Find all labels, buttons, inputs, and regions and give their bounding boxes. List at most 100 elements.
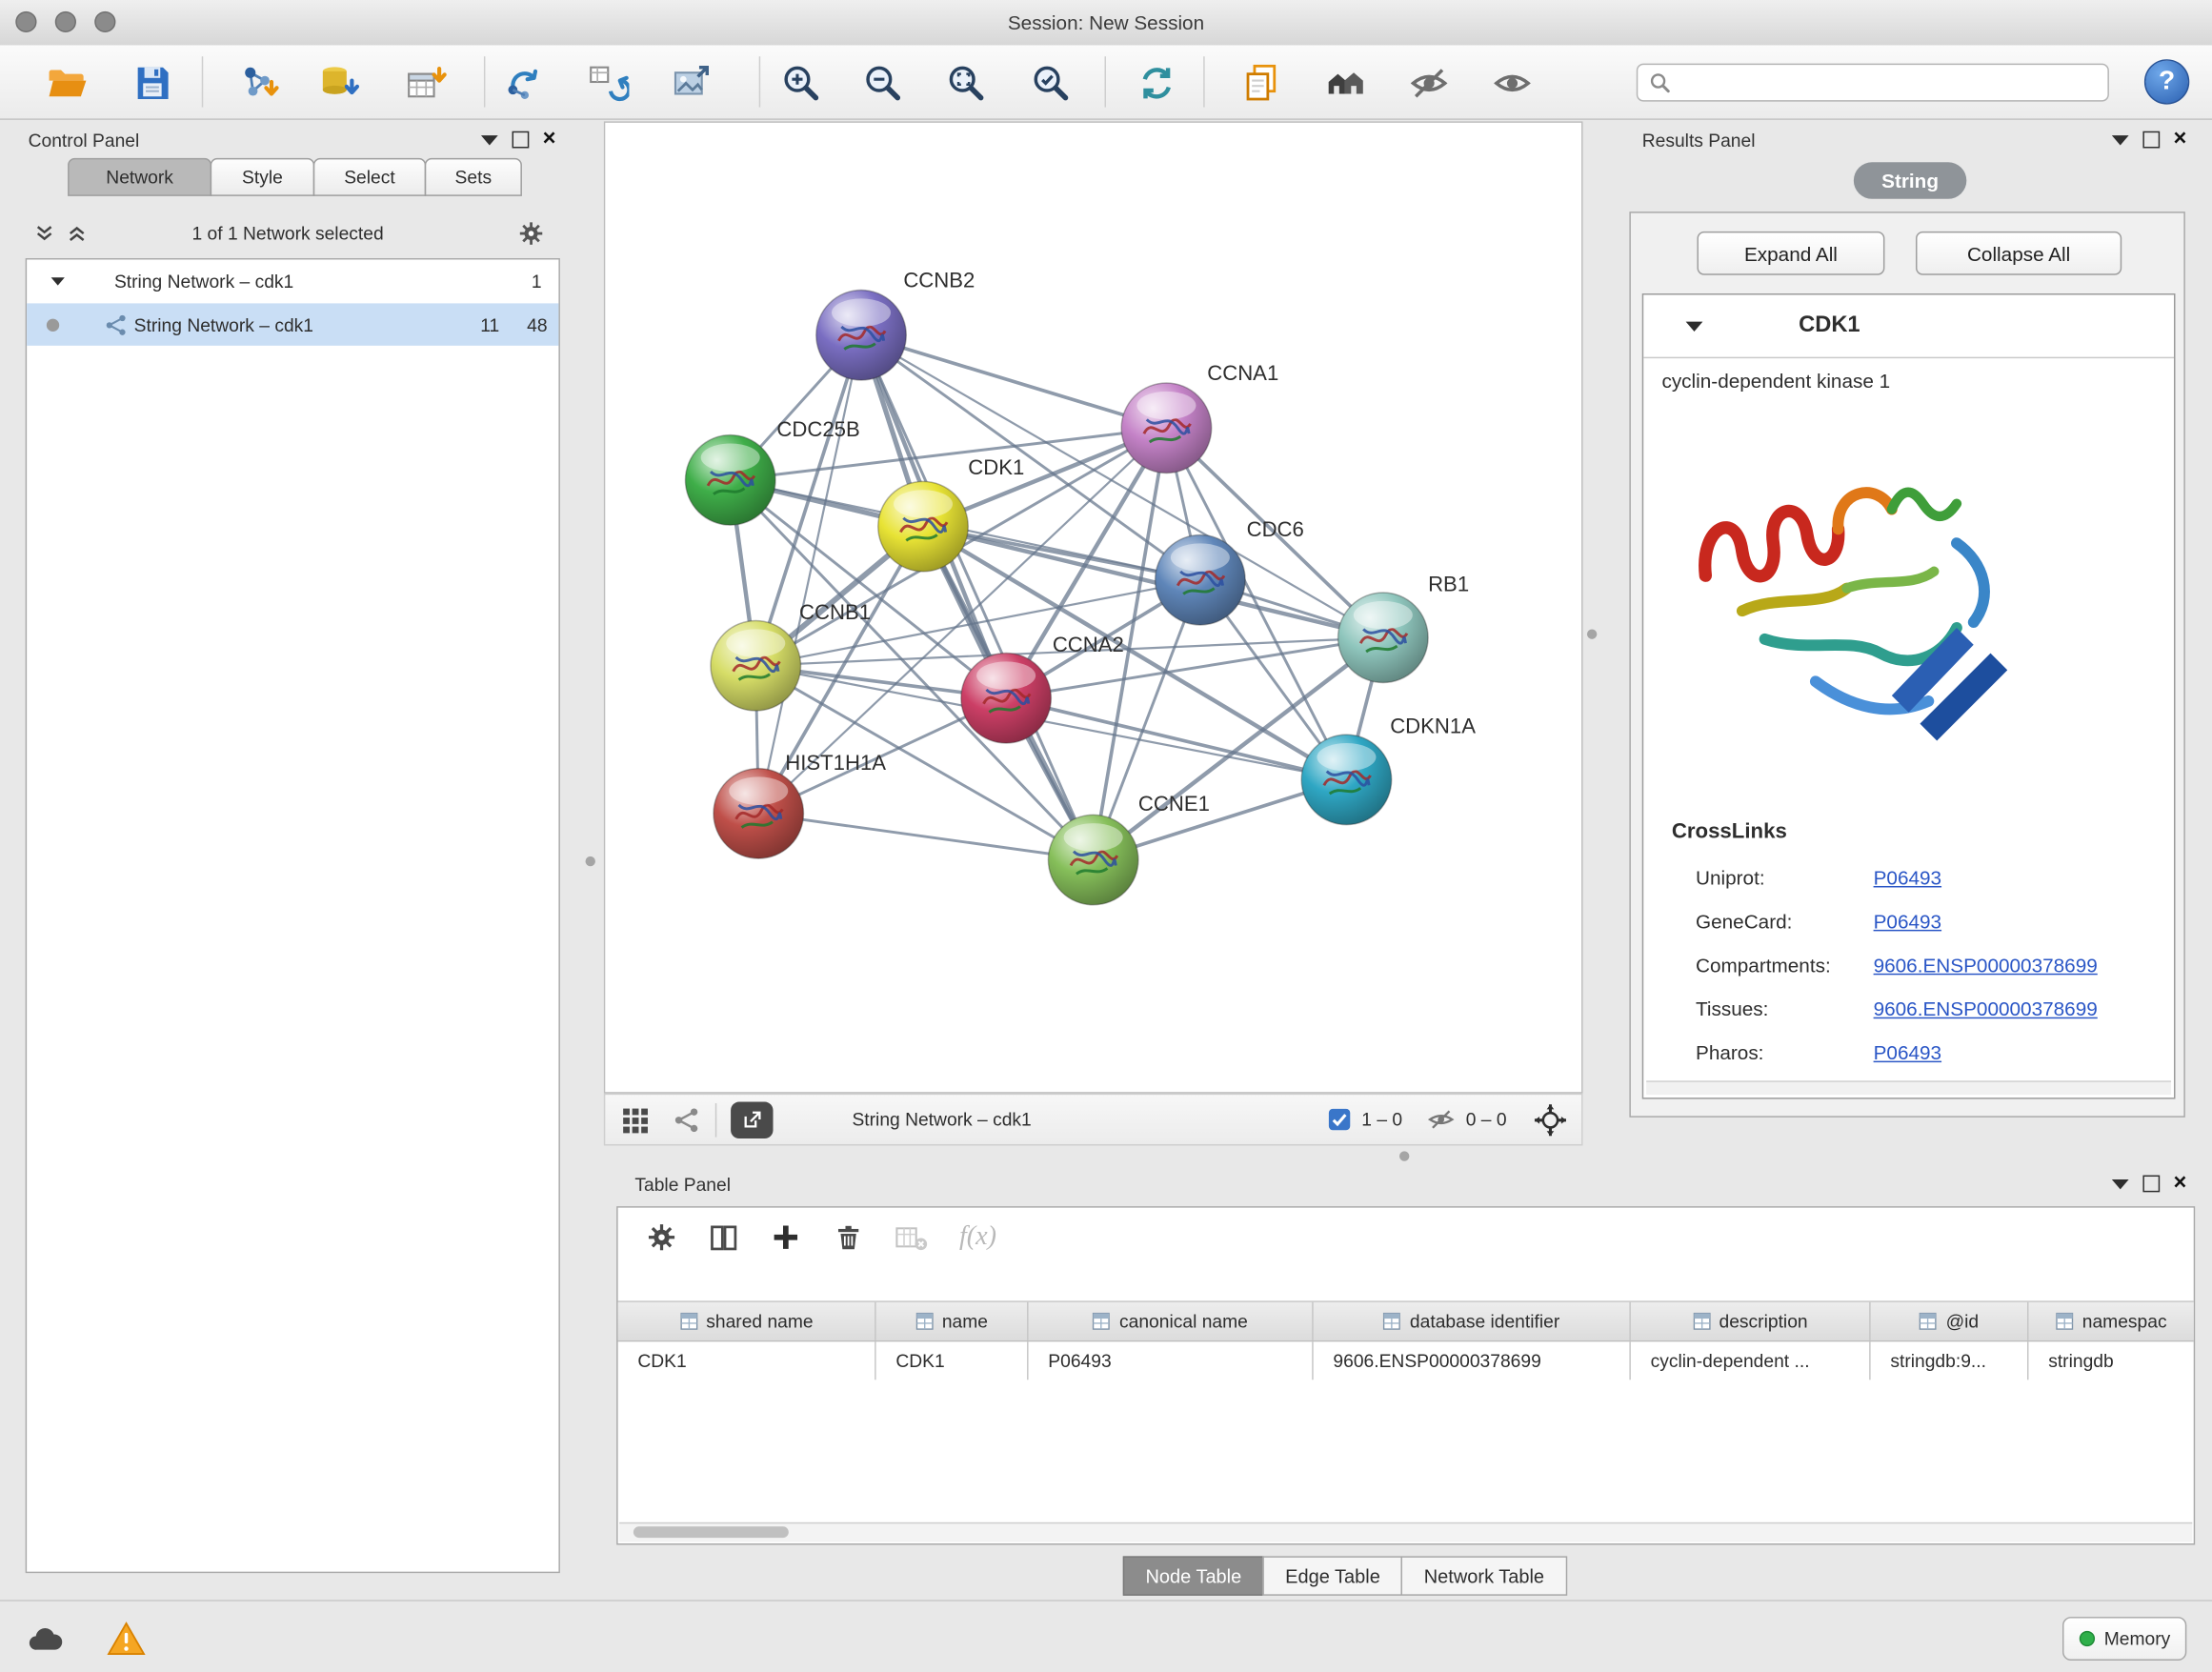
crosslink-link[interactable]: P06493 [1874,1040,1941,1063]
save-session-button[interactable] [126,56,179,110]
network-node-CDC6[interactable] [1156,534,1245,624]
panel-close-icon[interactable]: × [543,129,556,151]
entry-collapse-caret-icon[interactable] [1686,321,1703,331]
warnings-button[interactable] [103,1616,148,1661]
add-column-icon[interactable] [771,1221,802,1253]
zoom-out-button[interactable] [856,56,910,110]
open-session-button[interactable] [39,56,92,110]
gene-entry-header[interactable]: CDK1 [1643,294,2174,358]
panel-float-icon[interactable] [2142,131,2160,149]
birdseye-grid-icon[interactable] [619,1104,651,1136]
tab-network-table[interactable]: Network Table [1401,1556,1567,1595]
network-row[interactable]: String Network – cdk1 11 48 [27,303,558,345]
panel-collapse-icon[interactable] [2111,134,2128,144]
delete-column-trash-icon[interactable] [833,1221,864,1253]
table-cell[interactable]: 9606.ENSP00000378699 [1314,1341,1631,1380]
network-options-gear-icon[interactable] [517,219,544,246]
copy-documents-button[interactable] [1235,56,1288,110]
collapse-all-button[interactable]: Collapse All [1916,232,2122,275]
panel-collapse-icon[interactable] [480,134,497,144]
panel-collapse-icon[interactable] [2111,1178,2128,1188]
tab-style[interactable]: Style [211,158,315,196]
network-node-CCNA2[interactable] [961,653,1051,742]
horizontal-scrollbar[interactable] [1646,1080,2171,1095]
left-splitter-handle[interactable] [586,856,595,866]
zoom-selected-button[interactable] [1024,56,1077,110]
network-node-CCNB2[interactable] [816,291,906,380]
new-network-from-selection-button[interactable] [498,56,552,110]
horizontal-scrollbar[interactable] [619,1522,2192,1542]
column-header-namespace[interactable]: namespac [2028,1302,2193,1340]
network-node-CDC25B[interactable] [685,435,774,525]
export-image-button[interactable] [664,56,717,110]
table-cell[interactable]: stringdb:9... [1871,1341,2029,1380]
column-header-shared-name[interactable]: shared name [618,1302,876,1340]
tab-node-table[interactable]: Node Table [1123,1556,1264,1595]
search-input[interactable] [1680,71,2108,94]
zoom-in-button[interactable] [774,56,828,110]
network-graph[interactable]: CCNB2CCNA1CDC25BCDK1CDC6RB1CCNB1CCNA2CDK… [605,123,1581,1092]
home-button[interactable] [1319,56,1373,110]
network-icon[interactable] [673,1105,701,1134]
help-button[interactable]: ? [2144,59,2189,104]
column-header-name[interactable]: name [876,1302,1029,1340]
scrollbar-thumb[interactable] [633,1526,789,1538]
table-cell[interactable]: stringdb [2028,1341,2193,1380]
refresh-button[interactable] [1130,56,1183,110]
import-table-from-file-button[interactable] [399,56,452,110]
network-node-CDK1[interactable] [878,481,968,571]
fit-content-crosshair-icon[interactable] [1534,1102,1568,1137]
panel-float-icon[interactable] [2142,1176,2160,1193]
open-in-new-window-button[interactable] [731,1101,773,1138]
memory-button[interactable]: Memory [2062,1617,2186,1661]
column-header-id[interactable]: @id [1871,1302,2029,1340]
selected-checkbox-icon[interactable] [1328,1107,1352,1131]
column-header-database-identifier[interactable]: database identifier [1314,1302,1631,1340]
search-box[interactable] [1637,64,2109,102]
expand-all-button[interactable]: Expand All [1697,232,1884,275]
network-node-HIST1H1A[interactable] [714,769,803,859]
bottom-splitter-handle[interactable] [1399,1151,1409,1160]
import-network-from-file-button[interactable] [232,56,286,110]
crosslink-link[interactable]: P06493 [1874,909,1941,932]
network-node-CCNA1[interactable] [1121,383,1211,473]
tab-edge-table[interactable]: Edge Table [1262,1556,1402,1595]
panel-float-icon[interactable] [512,131,529,149]
table-cell[interactable]: CDK1 [876,1341,1029,1380]
network-table-tools-button[interactable] [581,56,634,110]
table-cell[interactable]: CDK1 [618,1341,876,1380]
tab-string[interactable]: String [1854,162,1966,199]
network-node-CCNE1[interactable] [1048,815,1138,904]
crosslink-row: Compartments: 9606.ENSP00000378699 [1696,942,2162,986]
tab-sets[interactable]: Sets [425,158,522,196]
crosslink-link[interactable]: 9606.ENSP00000378699 [1874,997,2098,1019]
panel-close-icon[interactable]: × [2173,1173,2186,1196]
right-splitter-handle[interactable] [1587,629,1597,638]
tab-network[interactable]: Network [68,158,211,196]
crosslink-link[interactable]: 9606.ENSP00000378699 [1874,953,2098,976]
tab-select[interactable]: Select [313,158,426,196]
table-cell[interactable]: P06493 [1029,1341,1314,1380]
column-header-description[interactable]: description [1631,1302,1871,1340]
network-collection-row[interactable]: String Network – cdk1 1 [27,259,558,303]
network-node-CCNB1[interactable] [711,621,800,711]
hidden-eye-slash-icon[interactable] [1426,1105,1456,1135]
collapse-all-networks-icon[interactable] [34,222,55,243]
network-node-CDKN1A[interactable] [1301,735,1391,824]
network-canvas[interactable]: CCNB2CCNA1CDC25BCDK1CDC6RB1CCNB1CCNA2CDK… [604,121,1583,1093]
import-network-from-database-button[interactable] [313,56,367,110]
table-row[interactable]: CDK1 CDK1 P06493 9606.ENSP00000378699 cy… [618,1341,2194,1380]
expand-all-networks-icon[interactable] [67,222,88,243]
zoom-fit-button[interactable] [939,56,993,110]
panel-close-icon[interactable]: × [2173,129,2186,151]
show-columns-icon[interactable] [708,1221,739,1253]
table-cell[interactable]: cyclin-dependent ... [1631,1341,1871,1380]
table-options-gear-icon[interactable] [646,1221,677,1253]
crosslink-link[interactable]: P06493 [1874,866,1941,889]
network-node-RB1[interactable] [1338,593,1428,682]
column-header-canonical-name[interactable]: canonical name [1029,1302,1314,1340]
hide-selected-button[interactable] [1402,56,1456,110]
show-all-button[interactable] [1485,56,1538,110]
cloud-status-button[interactable] [23,1616,68,1661]
tree-expand-caret-icon[interactable] [51,277,65,285]
